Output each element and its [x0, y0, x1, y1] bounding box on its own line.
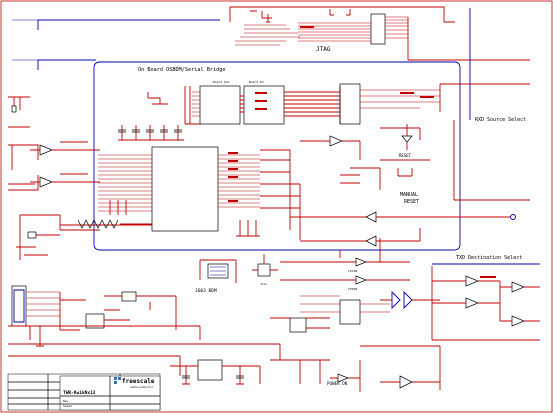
- svg-text:Jxxx: Jxxx: [260, 282, 267, 286]
- reset-led: [401, 135, 413, 143]
- brand-sub: semiconductor: [130, 385, 154, 389]
- jtag-connector: [370, 13, 386, 45]
- schematic-sheet: JTAG On Board OSBDM/Serial Bridge Board …: [0, 0, 553, 413]
- opto-isolator: [289, 317, 307, 333]
- level-shifter-gnd: [199, 85, 241, 125]
- left-input-section: [8, 96, 39, 191]
- jtag-block: JTAG: [229, 6, 530, 61]
- power-on-label: POWER ON: [327, 381, 348, 386]
- brand-name: freescale: [122, 378, 155, 385]
- sheet-border: [0, 0, 553, 413]
- rxd-label: RXD Source Select: [475, 117, 526, 123]
- board-io-label: Board IO: [249, 80, 264, 84]
- left-buffers: [30, 141, 100, 188]
- level-shifter-io: [243, 85, 285, 125]
- net-labels: [228, 26, 496, 278]
- osbdm-mcu-chip: [151, 146, 219, 232]
- bootload-jumper: [257, 263, 271, 277]
- txd-section: TXD Destination Select: [431, 255, 540, 341]
- svg-text:Sheet: Sheet: [63, 404, 72, 408]
- crystal: [27, 231, 37, 239]
- jtag-label: JTAG: [316, 46, 331, 53]
- manual-reset-label-2: RESET: [404, 199, 419, 205]
- board-gnd-label: Board Gnd: [213, 80, 229, 84]
- j603-section: J603 BDM Jxxx: [195, 254, 278, 294]
- crystal-section: [16, 214, 152, 260]
- txd-label: TXD Destination Select: [456, 255, 522, 261]
- title-block: TWR-KwikNx12 Rev Sheet freescale semicon…: [7, 373, 161, 411]
- schematic-drawing: JTAG On Board OSBDM/Serial Bridge Board …: [0, 0, 553, 413]
- j603-label: J603 BDM: [195, 288, 217, 294]
- power-switch-section: [8, 291, 330, 376]
- power-switch: [121, 291, 137, 302]
- svg-text:Rev: Rev: [63, 399, 69, 403]
- osbdm-label: On Board OSBDM/Serial Bridge: [138, 67, 225, 73]
- svg-text:T2PIN: T2PIN: [348, 287, 357, 291]
- rs232-section: T2CSN T2PIN: [280, 238, 440, 325]
- reset-label: RESET: [399, 153, 412, 158]
- rs232-transceiver: [339, 299, 361, 325]
- svg-text:T2CSN: T2CSN: [348, 269, 357, 273]
- manual-reset-label: MANUAL: [400, 192, 418, 198]
- voltage-regulator: [197, 359, 223, 381]
- board-title: TWR-KwikNx12: [63, 390, 96, 396]
- rxd-section: RXD Source Select RESET MANUAL RESET: [300, 83, 530, 205]
- usb-section: [11, 285, 130, 347]
- rxd-mux-chip: [339, 83, 361, 125]
